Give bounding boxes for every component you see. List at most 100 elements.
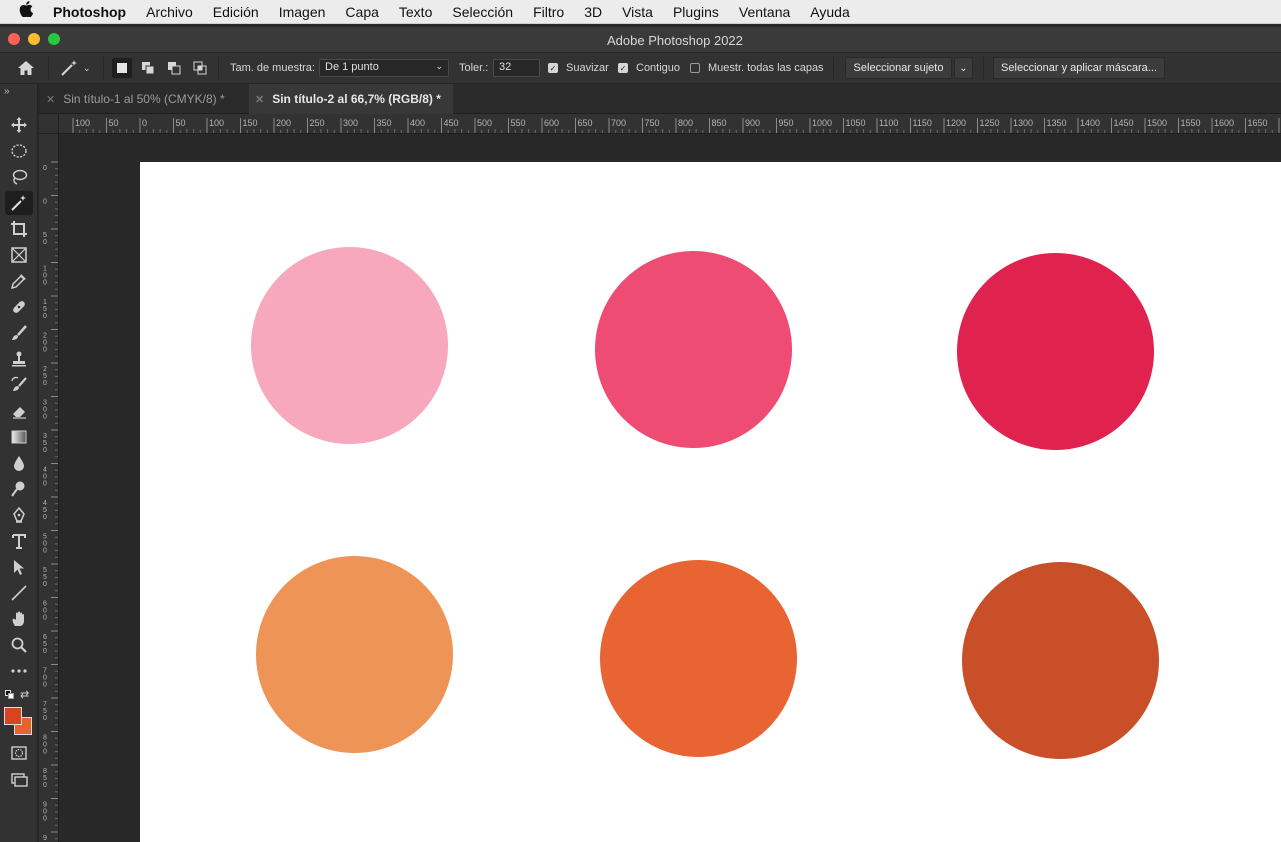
frame-tool[interactable] bbox=[5, 243, 33, 267]
select-subject-button[interactable]: Seleccionar sujeto bbox=[845, 57, 952, 79]
sample-all-layers-checkbox[interactable] bbox=[690, 63, 700, 73]
ruler-label: 350 bbox=[43, 433, 47, 454]
close-tab-icon[interactable]: ✕ bbox=[46, 93, 55, 106]
tab-document-2[interactable]: ✕ Sin título-2 al 66,7% (RGB/8) * bbox=[249, 84, 453, 114]
eraser-tool[interactable] bbox=[5, 399, 33, 423]
swap-colors-icon[interactable]: ⇄ bbox=[20, 688, 29, 701]
foreground-color-swatch[interactable] bbox=[4, 707, 22, 725]
menu-ayuda[interactable]: Ayuda bbox=[800, 4, 859, 20]
ruler-label: 1050 bbox=[846, 118, 866, 128]
menu-vista[interactable]: Vista bbox=[612, 4, 663, 20]
line-icon bbox=[11, 585, 27, 601]
ruler-label: 850 bbox=[43, 768, 47, 789]
menu-archivo[interactable]: Archivo bbox=[136, 4, 203, 20]
window-title: Adobe Photoshop 2022 bbox=[607, 33, 743, 48]
ruler-label: 1400 bbox=[1080, 118, 1100, 128]
tab-document-1[interactable]: ✕ Sin título-1 al 50% (CMYK/8) * bbox=[40, 84, 248, 114]
healing-brush-tool[interactable] bbox=[5, 295, 33, 319]
tool-preset-picker[interactable]: ⌄ bbox=[60, 53, 91, 83]
ruler-label: 1100 bbox=[879, 118, 898, 128]
blur-tool[interactable] bbox=[5, 451, 33, 475]
collapse-panel-icon[interactable]: » bbox=[4, 86, 10, 97]
more-tools-button[interactable] bbox=[5, 659, 33, 683]
subtract-from-selection-button[interactable] bbox=[164, 58, 184, 78]
subtract-selection-icon bbox=[168, 62, 181, 75]
ruler-label: 100 bbox=[75, 118, 90, 128]
menu-imagen[interactable]: Imagen bbox=[269, 4, 336, 20]
select-and-mask-button[interactable]: Seleccionar y aplicar máscara... bbox=[993, 57, 1165, 79]
chevron-down-icon: ⌄ bbox=[435, 61, 443, 71]
path-selection-tool[interactable] bbox=[5, 555, 33, 579]
hand-tool[interactable] bbox=[5, 607, 33, 631]
menu-edicion[interactable]: Edición bbox=[203, 4, 269, 20]
move-tool[interactable] bbox=[5, 113, 33, 137]
type-tool[interactable] bbox=[5, 529, 33, 553]
sample-size-select[interactable]: De 1 punto ⌄ bbox=[319, 59, 449, 77]
home-button[interactable] bbox=[17, 53, 35, 83]
menu-ventana[interactable]: Ventana bbox=[729, 4, 800, 20]
document-canvas[interactable] bbox=[140, 162, 1281, 842]
ruler-label: 1450 bbox=[1114, 118, 1134, 128]
gradient-tool[interactable] bbox=[5, 425, 33, 449]
close-tab-icon[interactable]: ✕ bbox=[255, 93, 264, 106]
tolerance-input[interactable]: 32 bbox=[493, 59, 540, 77]
lasso-tool[interactable] bbox=[5, 165, 33, 189]
pen-icon bbox=[13, 506, 25, 523]
ruler-label: 900 bbox=[745, 118, 760, 128]
canvas-workspace[interactable] bbox=[60, 135, 1281, 842]
crop-tool[interactable] bbox=[5, 217, 33, 241]
ruler-label: 300 bbox=[343, 118, 358, 128]
ruler-label: 800 bbox=[678, 118, 693, 128]
menu-3d[interactable]: 3D bbox=[574, 4, 612, 20]
ruler-label: 95 bbox=[43, 835, 47, 842]
menu-filtro[interactable]: Filtro bbox=[523, 4, 574, 20]
ruler-label: 0 bbox=[142, 118, 147, 128]
ruler-label: 200 bbox=[43, 333, 47, 354]
ruler-label: 50 bbox=[176, 118, 186, 128]
home-icon bbox=[18, 61, 34, 75]
horizontal-ruler[interactable]: 100 50 0 50 100 150 200 250 300 350 400 450 500 550 60… bbox=[59, 114, 1281, 134]
ruler-label: 100 bbox=[43, 266, 47, 287]
eyedropper-tool[interactable] bbox=[5, 269, 33, 293]
menu-capa[interactable]: Capa bbox=[335, 4, 388, 20]
menu-photoshop[interactable]: Photoshop bbox=[52, 4, 136, 20]
circle-light-pink bbox=[251, 247, 448, 444]
healing-brush-icon bbox=[13, 301, 25, 313]
marquee-icon bbox=[11, 144, 27, 158]
hand-icon bbox=[12, 611, 24, 626]
line-tool[interactable] bbox=[5, 581, 33, 605]
zoom-icon bbox=[11, 637, 27, 653]
intersect-selection-button[interactable] bbox=[190, 58, 210, 78]
crop-icon bbox=[11, 221, 27, 237]
vertical-ruler[interactable]: 0 0 50 100 150 200 250 300 350 400 450 500 550 600 650… bbox=[39, 134, 59, 842]
ruler-origin[interactable] bbox=[39, 114, 59, 134]
zoom-tool[interactable] bbox=[5, 633, 33, 657]
contiguous-checkbox[interactable]: ✓ bbox=[618, 63, 628, 73]
select-subject-dropdown[interactable]: ⌄ bbox=[954, 57, 973, 79]
ruler-label: 700 bbox=[43, 668, 47, 689]
magic-wand-tool[interactable] bbox=[5, 191, 33, 215]
blur-icon bbox=[14, 456, 24, 471]
brush-tool[interactable] bbox=[5, 321, 33, 345]
add-to-selection-button[interactable] bbox=[138, 58, 158, 78]
ruler-label: 0 bbox=[43, 165, 47, 172]
pen-tool[interactable] bbox=[5, 503, 33, 527]
antialias-checkbox[interactable]: ✓ bbox=[548, 63, 558, 73]
dodge-icon bbox=[11, 481, 25, 497]
history-brush-tool[interactable] bbox=[5, 373, 33, 397]
ruler-label: 350 bbox=[377, 118, 392, 128]
chevron-down-icon: ⌄ bbox=[959, 62, 968, 74]
apple-menu-icon[interactable] bbox=[0, 1, 52, 22]
default-colors-icon[interactable] bbox=[5, 690, 15, 700]
menu-texto[interactable]: Texto bbox=[389, 4, 442, 20]
clone-stamp-tool[interactable] bbox=[5, 347, 33, 371]
quick-mask-button[interactable] bbox=[5, 741, 33, 765]
ruler-label: 500 bbox=[477, 118, 492, 128]
magic-wand-icon bbox=[61, 60, 77, 76]
new-selection-button[interactable] bbox=[112, 58, 132, 78]
screen-mode-button[interactable] bbox=[5, 767, 33, 791]
menu-plugins[interactable]: Plugins bbox=[663, 4, 729, 20]
dodge-tool[interactable] bbox=[5, 477, 33, 501]
marquee-tool[interactable] bbox=[5, 139, 33, 163]
menu-seleccion[interactable]: Selección bbox=[442, 4, 523, 20]
